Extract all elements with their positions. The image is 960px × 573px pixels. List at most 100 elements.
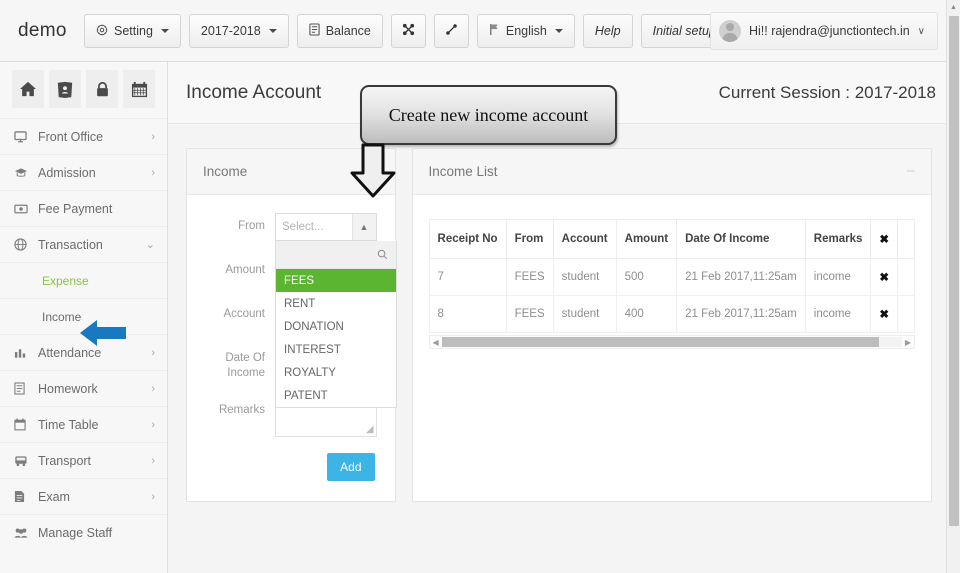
sidebar-item-exam[interactable]: Exam ›	[0, 478, 167, 514]
chevron-down-icon	[268, 28, 277, 33]
address-book-icon[interactable]	[49, 70, 81, 108]
add-button[interactable]: Add	[327, 453, 375, 481]
sidebar-item-label: Transport	[38, 453, 92, 468]
sidebar-item-fee-payment[interactable]: Fee Payment	[0, 190, 167, 226]
resize-button[interactable]	[433, 13, 469, 48]
chevron-down-icon	[160, 28, 169, 33]
sidebar-quick-icons	[0, 62, 167, 118]
setting-button[interactable]: Setting	[84, 13, 181, 48]
cell-amount: 500	[615, 258, 678, 296]
calendar-icon[interactable]	[123, 70, 155, 108]
delete-row-button[interactable]: ✖	[870, 258, 898, 296]
col-from: From	[505, 219, 554, 259]
help-button[interactable]: Help	[582, 13, 633, 48]
scroll-up-icon[interactable]: ▲	[947, 0, 960, 14]
user-menu[interactable]: Hi!! rajendra@junctiontech.in ∨	[709, 12, 938, 50]
sidebar-item-transport[interactable]: Transport ›	[0, 442, 167, 478]
lock-icon[interactable]	[86, 70, 118, 108]
table-row[interactable]: 8 FEES student 400 21 Feb 2017,11:25am i…	[428, 295, 915, 333]
from-select[interactable]: Select... ▲	[275, 213, 377, 241]
table-header-row: Receipt No From Account Amount Date Of I…	[428, 219, 915, 259]
scroll-thumb[interactable]	[441, 337, 879, 347]
dropdown-option-royalty[interactable]: ROYALTY	[276, 361, 396, 384]
resize-grip-icon[interactable]: ◢	[366, 424, 374, 435]
amount-label: Amount	[225, 264, 265, 276]
gear-icon	[96, 24, 108, 38]
chart-icon	[14, 347, 34, 359]
dropdown-option-donation[interactable]: DONATION	[276, 315, 396, 338]
scroll-track[interactable]	[441, 337, 902, 347]
table-horizontal-scrollbar[interactable]: ◀ ▶	[428, 335, 915, 349]
income-table-body: 7 FEES student 500 21 Feb 2017,11:25am i…	[428, 258, 915, 333]
sidebar-item-front-office[interactable]: Front Office ›	[0, 118, 167, 154]
brand-logo: demo	[18, 19, 67, 41]
document-icon	[14, 382, 34, 395]
vertical-scroll-thumb[interactable]	[949, 16, 959, 526]
collapse-icon[interactable]: −	[906, 164, 915, 179]
sidebar-item-label: Time Table	[38, 417, 99, 432]
sidebar-item-homework[interactable]: Homework ›	[0, 370, 167, 406]
income-table-wrapper: Receipt No From Account Amount Date Of I…	[413, 195, 931, 363]
sidebar-item-manage-staff[interactable]: Manage Staff	[0, 514, 167, 550]
session-year-button[interactable]: 2017-2018	[188, 13, 289, 48]
sidebar-item-admission[interactable]: Admission ›	[0, 154, 167, 190]
cell-tail	[897, 258, 915, 296]
bus-icon	[14, 455, 34, 467]
dropdown-option-fees[interactable]: FEES	[276, 269, 396, 292]
sidebar-item-time-table[interactable]: Time Table ›	[0, 406, 167, 442]
flag-icon	[489, 23, 500, 38]
delete-row-button[interactable]: ✖	[870, 295, 898, 333]
help-button-label: Help	[594, 23, 621, 38]
sidebar-item-label: Expense	[42, 273, 89, 288]
chevron-down-icon: ∨	[917, 25, 925, 37]
scroll-right-icon[interactable]: ▶	[902, 338, 914, 347]
sidebar-item-transaction[interactable]: Transaction ⌄	[0, 226, 167, 262]
top-navigation-bar: demo Setting 2017-2018 Balance English H…	[0, 0, 946, 62]
calendar-icon	[14, 418, 34, 431]
sidebar-item-label: Transaction	[38, 237, 103, 252]
from-label: From	[238, 220, 265, 232]
cell-from: FEES	[505, 295, 554, 333]
dropdown-option-rent[interactable]: RENT	[276, 292, 396, 315]
people-icon	[14, 527, 34, 539]
from-control: Select... ▲ FEES RENT DONATION INTEREST …	[275, 213, 397, 408]
sidebar-item-expense[interactable]: Expense	[0, 262, 167, 298]
dropdown-option-patent[interactable]: PATENT	[276, 384, 396, 407]
chevron-right-icon: ›	[151, 346, 155, 359]
table-row[interactable]: 7 FEES student 500 21 Feb 2017,11:25am i…	[428, 258, 915, 296]
cell-account: student	[552, 295, 617, 333]
col-delete: ✖	[870, 219, 898, 259]
remarks-label: Remarks	[218, 404, 265, 416]
globe-icon	[14, 238, 34, 251]
chevron-right-icon: ›	[151, 382, 155, 395]
fullscreen-button[interactable]	[390, 13, 426, 48]
language-button[interactable]: English	[476, 13, 575, 48]
col-date-of-income: Date Of Income	[676, 219, 806, 259]
chevron-down-icon	[554, 28, 563, 33]
session-year-label: 2017-2018	[200, 23, 261, 38]
cell-date: 21 Feb 2017,11:25am	[676, 258, 806, 296]
language-button-label: English	[505, 23, 547, 38]
home-icon[interactable]	[12, 70, 44, 108]
balance-button-label: Balance	[325, 23, 371, 38]
balance-button[interactable]: Balance	[296, 13, 383, 48]
form-actions: Add	[197, 453, 377, 481]
col-remarks: Remarks	[804, 219, 872, 259]
chevron-up-icon[interactable]: ▲	[351, 214, 376, 240]
sidebar-item-label: Manage Staff	[38, 525, 113, 540]
monitor-icon	[14, 130, 34, 143]
income-panel-title: Income	[203, 164, 248, 179]
dropdown-option-interest[interactable]: INTEREST	[276, 338, 396, 361]
income-list-title: Income List	[428, 164, 498, 179]
avatar	[718, 20, 741, 42]
dropdown-search-row[interactable]	[276, 241, 396, 269]
from-select-placeholder: Select...	[282, 221, 324, 233]
browser-vertical-scrollbar[interactable]: ▲	[946, 0, 960, 573]
col-amount: Amount	[615, 219, 678, 259]
callout-create-new-income-account: Create new income account	[360, 85, 617, 145]
sidebar-item-label: Front Office	[38, 129, 104, 144]
current-session-label: Current Session : 2017-2018	[718, 82, 936, 102]
scroll-left-icon[interactable]: ◀	[430, 338, 442, 347]
page-title: Income Account	[186, 81, 322, 103]
income-list-panel: Income List − Receipt No From Account Am…	[411, 148, 932, 502]
